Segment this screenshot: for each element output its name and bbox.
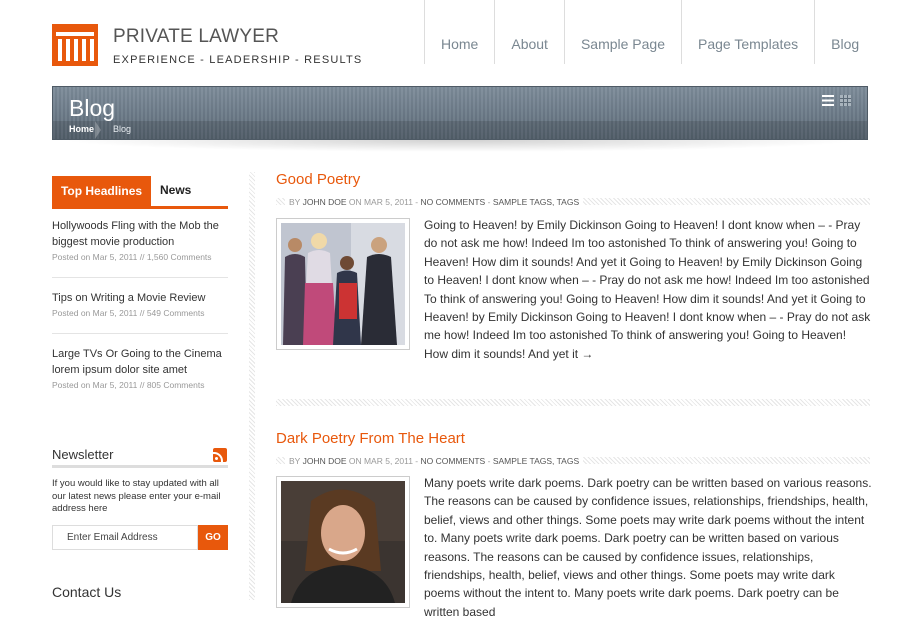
headline-link[interactable]: Hollywoods Fling with the Mob the bigges… bbox=[52, 218, 228, 250]
post-image bbox=[281, 223, 405, 345]
comments-link[interactable]: NO COMMENTS bbox=[421, 456, 486, 466]
headline-meta: Posted on Mar 5, 2011 // 549 Comments bbox=[52, 308, 205, 318]
contact-heading: Contact Us bbox=[52, 584, 122, 600]
nav-item-home[interactable]: Home bbox=[424, 0, 494, 64]
site-tagline: EXPERIENCE - LEADERSHIP - RESULTS bbox=[113, 54, 363, 66]
page-title: Blog bbox=[69, 95, 116, 121]
post-title[interactable]: Dark Poetry From The Heart bbox=[276, 430, 465, 447]
post-meta-text: BY JOHN DOE ON MAR 5, 2011 - NO COMMENTS… bbox=[285, 197, 584, 207]
post-author[interactable]: JOHN DOE bbox=[303, 456, 347, 466]
meta-date: ON MAR 5, 2011 - bbox=[348, 456, 419, 466]
main-nav: Home About Sample Page Page Templates Bl… bbox=[424, 0, 875, 64]
post-excerpt: Many poets write dark poems. Dark poetry… bbox=[424, 474, 872, 621]
tab-news[interactable]: News bbox=[160, 183, 191, 197]
post-meta-text: BY JOHN DOE ON MAR 5, 2011 - NO COMMENTS… bbox=[285, 456, 584, 466]
tags-link[interactable]: SAMPLE TAGS, TAGS bbox=[493, 456, 579, 466]
read-more-arrow-icon[interactable]: → bbox=[581, 347, 593, 361]
list-item: Hollywoods Fling with the Mob the bigges… bbox=[52, 218, 228, 262]
divider bbox=[52, 277, 228, 278]
breadcrumb-current: Blog bbox=[113, 124, 132, 134]
post-meta: BY JOHN DOE ON MAR 5, 2011 - NO COMMENTS… bbox=[276, 197, 870, 207]
post-divider bbox=[276, 399, 870, 406]
sidebar-tabs: Top Headlines News bbox=[52, 176, 228, 209]
nav-item-sample-page[interactable]: Sample Page bbox=[563, 0, 681, 64]
meta-separator: - bbox=[487, 197, 491, 207]
post-thumbnail[interactable] bbox=[276, 218, 410, 350]
comments-link[interactable]: NO COMMENTS bbox=[421, 197, 486, 207]
divider bbox=[52, 333, 228, 334]
headline-meta: Posted on Mar 5, 2011 // 1,560 Comments bbox=[52, 252, 212, 262]
nav-item-page-templates[interactable]: Page Templates bbox=[681, 0, 814, 64]
tags-link[interactable]: SAMPLE TAGS, TAGS bbox=[493, 197, 579, 207]
view-toggle bbox=[822, 95, 851, 106]
breadcrumb: Home Blog bbox=[53, 121, 867, 139]
post-excerpt-text: Many poets write dark poems. Dark poetry… bbox=[424, 476, 872, 619]
newsletter-heading: Newsletter bbox=[52, 447, 114, 462]
site-title[interactable]: PRIVATE LAWYER bbox=[113, 26, 279, 48]
logo-icon[interactable] bbox=[52, 24, 98, 66]
post-thumbnail[interactable] bbox=[276, 476, 410, 608]
post-excerpt: Going to Heaven! by Emily Dickinson Goin… bbox=[424, 216, 872, 363]
post-excerpt-text: Going to Heaven! by Emily Dickinson Goin… bbox=[424, 218, 871, 361]
post-title[interactable]: Good Poetry bbox=[276, 171, 360, 188]
headline-link[interactable]: Large TVs Or Going to the Cinema lorem i… bbox=[52, 346, 228, 378]
meta-separator: - bbox=[487, 456, 491, 466]
post-author[interactable]: JOHN DOE bbox=[303, 197, 347, 207]
meta-by: BY bbox=[289, 197, 301, 207]
newsletter-text: If you would like to stay updated with a… bbox=[52, 478, 221, 514]
banner-shadow bbox=[60, 140, 860, 152]
rss-icon[interactable] bbox=[213, 448, 227, 462]
nav-item-about[interactable]: About bbox=[494, 0, 564, 64]
grid-view-icon[interactable] bbox=[840, 95, 851, 106]
breadcrumb-separator-icon bbox=[95, 121, 101, 139]
headline-meta: Posted on Mar 5, 2011 // 805 Comments bbox=[52, 380, 205, 390]
meta-by: BY bbox=[289, 456, 301, 466]
subscribe-button[interactable]: GO bbox=[198, 525, 228, 550]
list-item: Tips on Writing a Movie Review Posted on… bbox=[52, 290, 228, 318]
post-image bbox=[281, 481, 405, 603]
email-field[interactable] bbox=[52, 525, 198, 550]
breadcrumb-home-link[interactable]: Home bbox=[69, 124, 94, 134]
divider bbox=[52, 465, 228, 468]
post-meta: BY JOHN DOE ON MAR 5, 2011 - NO COMMENTS… bbox=[276, 456, 870, 466]
headline-link[interactable]: Tips on Writing a Movie Review bbox=[52, 290, 228, 306]
column-divider bbox=[249, 172, 255, 600]
list-view-icon[interactable] bbox=[822, 95, 834, 106]
tab-top-headlines[interactable]: Top Headlines bbox=[52, 176, 151, 206]
nav-item-blog[interactable]: Blog bbox=[814, 0, 875, 64]
meta-date: ON MAR 5, 2011 - bbox=[348, 197, 419, 207]
page-banner: Blog Home Blog bbox=[52, 86, 868, 140]
list-item: Large TVs Or Going to the Cinema lorem i… bbox=[52, 346, 228, 390]
